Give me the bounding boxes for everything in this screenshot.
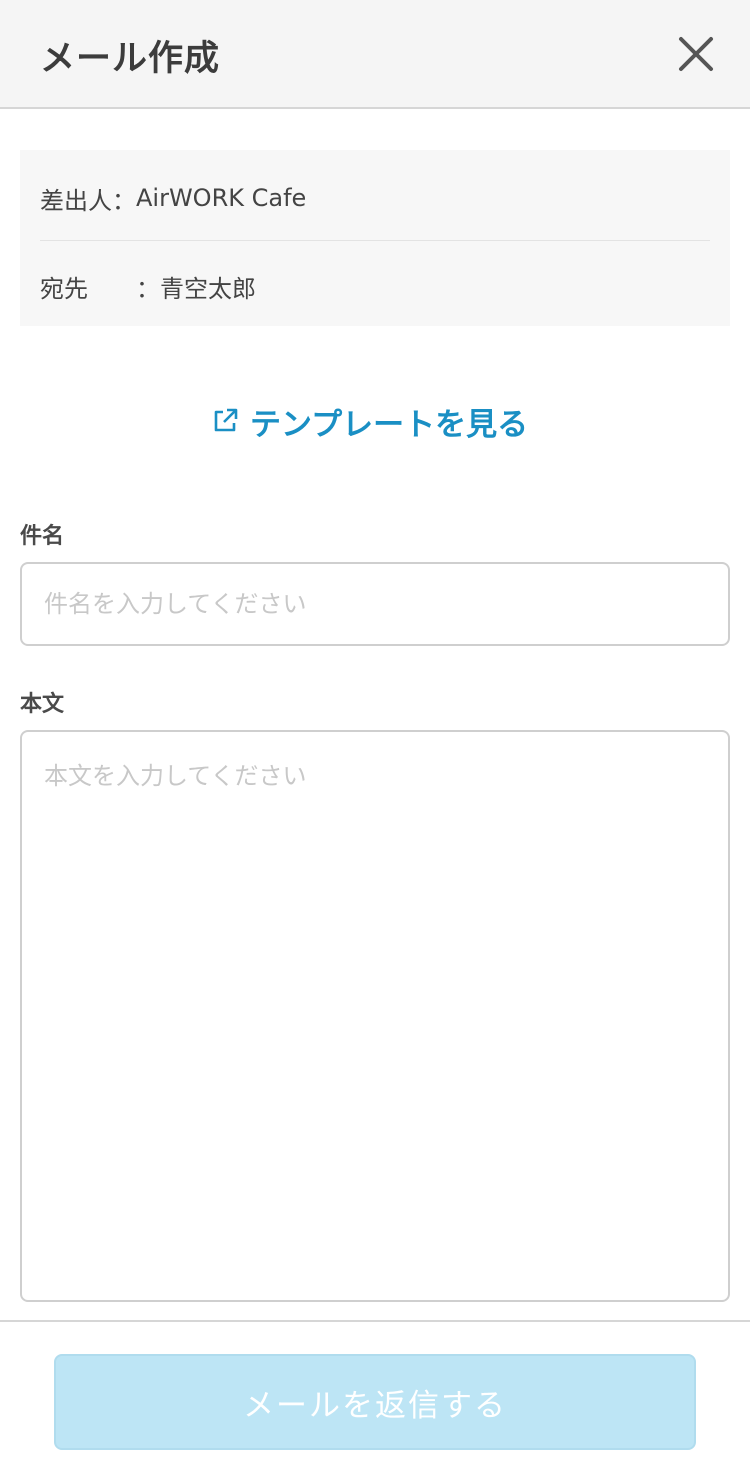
footer-divider: [0, 1320, 750, 1322]
subject-input[interactable]: [20, 562, 730, 646]
recipient-row: 宛先 ： 青空太郎: [40, 266, 710, 306]
send-reply-button[interactable]: メールを返信する: [54, 1354, 696, 1450]
header: メール作成: [0, 0, 750, 109]
mail-info-box: 差出人： AirWORK Cafe 宛先 ： 青空太郎: [20, 150, 730, 326]
body-textarea[interactable]: [20, 730, 730, 1302]
mail-compose-page: メール作成 差出人： AirWORK Cafe 宛先 ： 青空太郎 テンプレート…: [0, 0, 750, 1482]
recipient-value: 青空太郎: [160, 274, 256, 303]
close-icon: [679, 37, 713, 71]
recipient-separator: ：: [136, 274, 160, 303]
view-template-label: テンプレートを見る: [250, 406, 529, 443]
sender-row: 差出人： AirWORK Cafe: [40, 178, 710, 218]
view-template-link[interactable]: テンプレートを見る: [210, 398, 528, 444]
sender-label: 差出人：: [40, 186, 136, 215]
subject-label: 件名: [20, 524, 65, 549]
external-link-icon: [210, 406, 240, 436]
info-divider: [40, 240, 710, 241]
page-title: メール作成: [40, 39, 221, 79]
sender-value: AirWORK Cafe: [136, 184, 307, 212]
close-button[interactable]: [668, 26, 724, 82]
recipient-label: 宛先: [40, 274, 88, 303]
body-label: 本文: [20, 692, 65, 717]
